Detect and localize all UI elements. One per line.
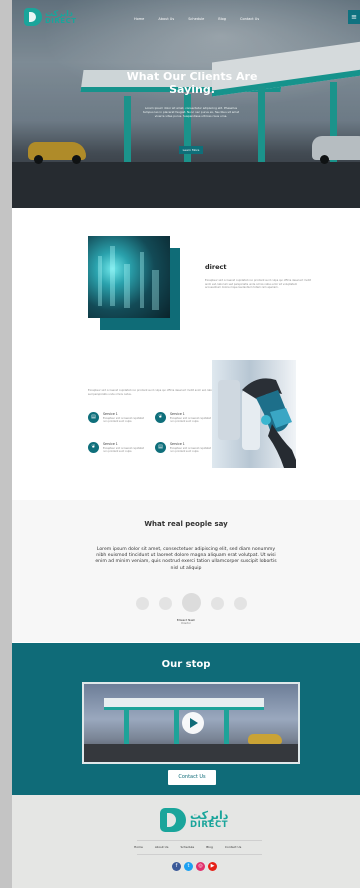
- avatar[interactable]: [159, 597, 172, 610]
- service-desc: Excepteur sint occaecat cupidatat non pr…: [170, 447, 211, 454]
- services-intro: Excepteur sint occaecat cupidatat non pr…: [88, 389, 218, 396]
- service-name: Service 1: [170, 442, 185, 446]
- video-canopy: [104, 698, 264, 710]
- avatar[interactable]: [211, 597, 224, 610]
- service-item[interactable]: ▤ Service 1 Excepteur sint occaecat cupi…: [155, 442, 214, 453]
- page: دايركت DIRECT Home About Us Schedule Blo…: [12, 0, 360, 888]
- footer-nav-about[interactable]: About Us: [155, 845, 169, 849]
- hamburger-icon[interactable]: ≡: [348, 10, 360, 24]
- youtube-icon[interactable]: ▶: [208, 862, 217, 871]
- nav-about[interactable]: About Us: [158, 17, 174, 21]
- testimonial-role: Director: [181, 622, 191, 625]
- footer-divider: [137, 840, 262, 841]
- our-stop-title: Our stop: [161, 659, 211, 670]
- avatar[interactable]: [234, 597, 247, 610]
- instagram-icon[interactable]: ◎: [196, 862, 205, 871]
- footer-divider: [137, 854, 262, 855]
- avatar[interactable]: [136, 597, 149, 610]
- video-pillar: [174, 710, 179, 746]
- nav-home[interactable]: Home: [134, 17, 144, 21]
- service-name: Service 1: [170, 412, 185, 416]
- video-pillar: [124, 710, 129, 746]
- document-icon: ▤: [88, 412, 99, 423]
- about-title: direct: [205, 263, 227, 271]
- leaf-icon: ❦: [155, 412, 166, 423]
- service-item[interactable]: ▤ Service 1 Excepteur sint occaecat cupi…: [88, 412, 147, 423]
- service-desc: Excepteur sint occaecat cupidatat non pr…: [103, 447, 144, 454]
- testimonials-title: What real people say: [144, 520, 228, 528]
- direct-logo-icon: [24, 8, 42, 26]
- video-road: [84, 744, 298, 762]
- contact-us-button[interactable]: Contact Us: [168, 770, 216, 785]
- hero-title: What Our Clients Are Saying.: [126, 70, 258, 96]
- service-name: Service 1: [103, 442, 118, 446]
- service-name: Service 1: [103, 412, 118, 416]
- stop-video[interactable]: [82, 682, 300, 764]
- hero-text: Lorem ipsum dolor sit amet, consectetur …: [142, 106, 240, 118]
- footer-nav-contact[interactable]: Contact Us: [225, 845, 241, 849]
- direct-logo-icon: [160, 808, 186, 832]
- skyline-shape: [140, 252, 144, 308]
- play-icon[interactable]: [182, 712, 204, 734]
- footer-nav: Home About Us Schedule Blog Contact Us: [134, 845, 241, 849]
- facebook-icon[interactable]: f: [172, 862, 181, 871]
- skyline-shape: [110, 246, 115, 306]
- service-item[interactable]: ❦ Service 1 Excepteur sint occaecat cupi…: [155, 412, 214, 423]
- footer-nav-schedule[interactable]: Schedule: [180, 845, 194, 849]
- video-pillar: [224, 710, 229, 746]
- service-desc: Excepteur sint occaecat cupidatat non pr…: [170, 417, 211, 424]
- leaf-icon: ❦: [88, 442, 99, 453]
- avatar-active[interactable]: [182, 593, 201, 612]
- footer-nav-blog[interactable]: Blog: [206, 845, 213, 849]
- header-logo[interactable]: دايركت DIRECT: [24, 8, 77, 26]
- service-desc: Excepteur sint occaecat cupidatat non pr…: [103, 417, 144, 424]
- nav-blog[interactable]: Blog: [218, 17, 226, 21]
- logo-english: DIRECT: [45, 16, 77, 25]
- main-nav: Home About Us Schedule Blog Contact Us: [134, 17, 259, 21]
- about-image: [88, 236, 170, 318]
- document-icon: ▤: [155, 442, 166, 453]
- logo-english: DIRECT: [190, 820, 229, 831]
- nav-schedule[interactable]: Schedule: [188, 17, 204, 21]
- hero-overlay: [12, 0, 360, 208]
- testimonial-quote: Lorem ipsum dolor sit amet, consectetuer…: [95, 547, 277, 571]
- footer-nav-home[interactable]: Home: [134, 845, 143, 849]
- about-text: Excepteur sint occaecat cupidatat non pr…: [205, 279, 312, 289]
- skyline-shape: [152, 270, 159, 310]
- nav-contact[interactable]: Contact Us: [240, 17, 259, 21]
- hero-section: دايركت DIRECT Home About Us Schedule Blo…: [12, 0, 360, 208]
- hero-button[interactable]: Learn More: [179, 146, 203, 154]
- video-car: [248, 734, 282, 744]
- footer-logo[interactable]: دايركت DIRECT: [160, 808, 228, 832]
- social-links: f t ◎ ▶: [172, 862, 217, 871]
- skyline-shape: [124, 264, 130, 308]
- fuel-nozzle-icon: [218, 378, 296, 468]
- skyline-shape: [98, 256, 102, 306]
- twitter-icon[interactable]: t: [184, 862, 193, 871]
- testimonial-avatars: [136, 593, 256, 613]
- fuel-nozzle-image: [212, 360, 296, 468]
- service-item[interactable]: ❦ Service 1 Excepteur sint occaecat cupi…: [88, 442, 147, 453]
